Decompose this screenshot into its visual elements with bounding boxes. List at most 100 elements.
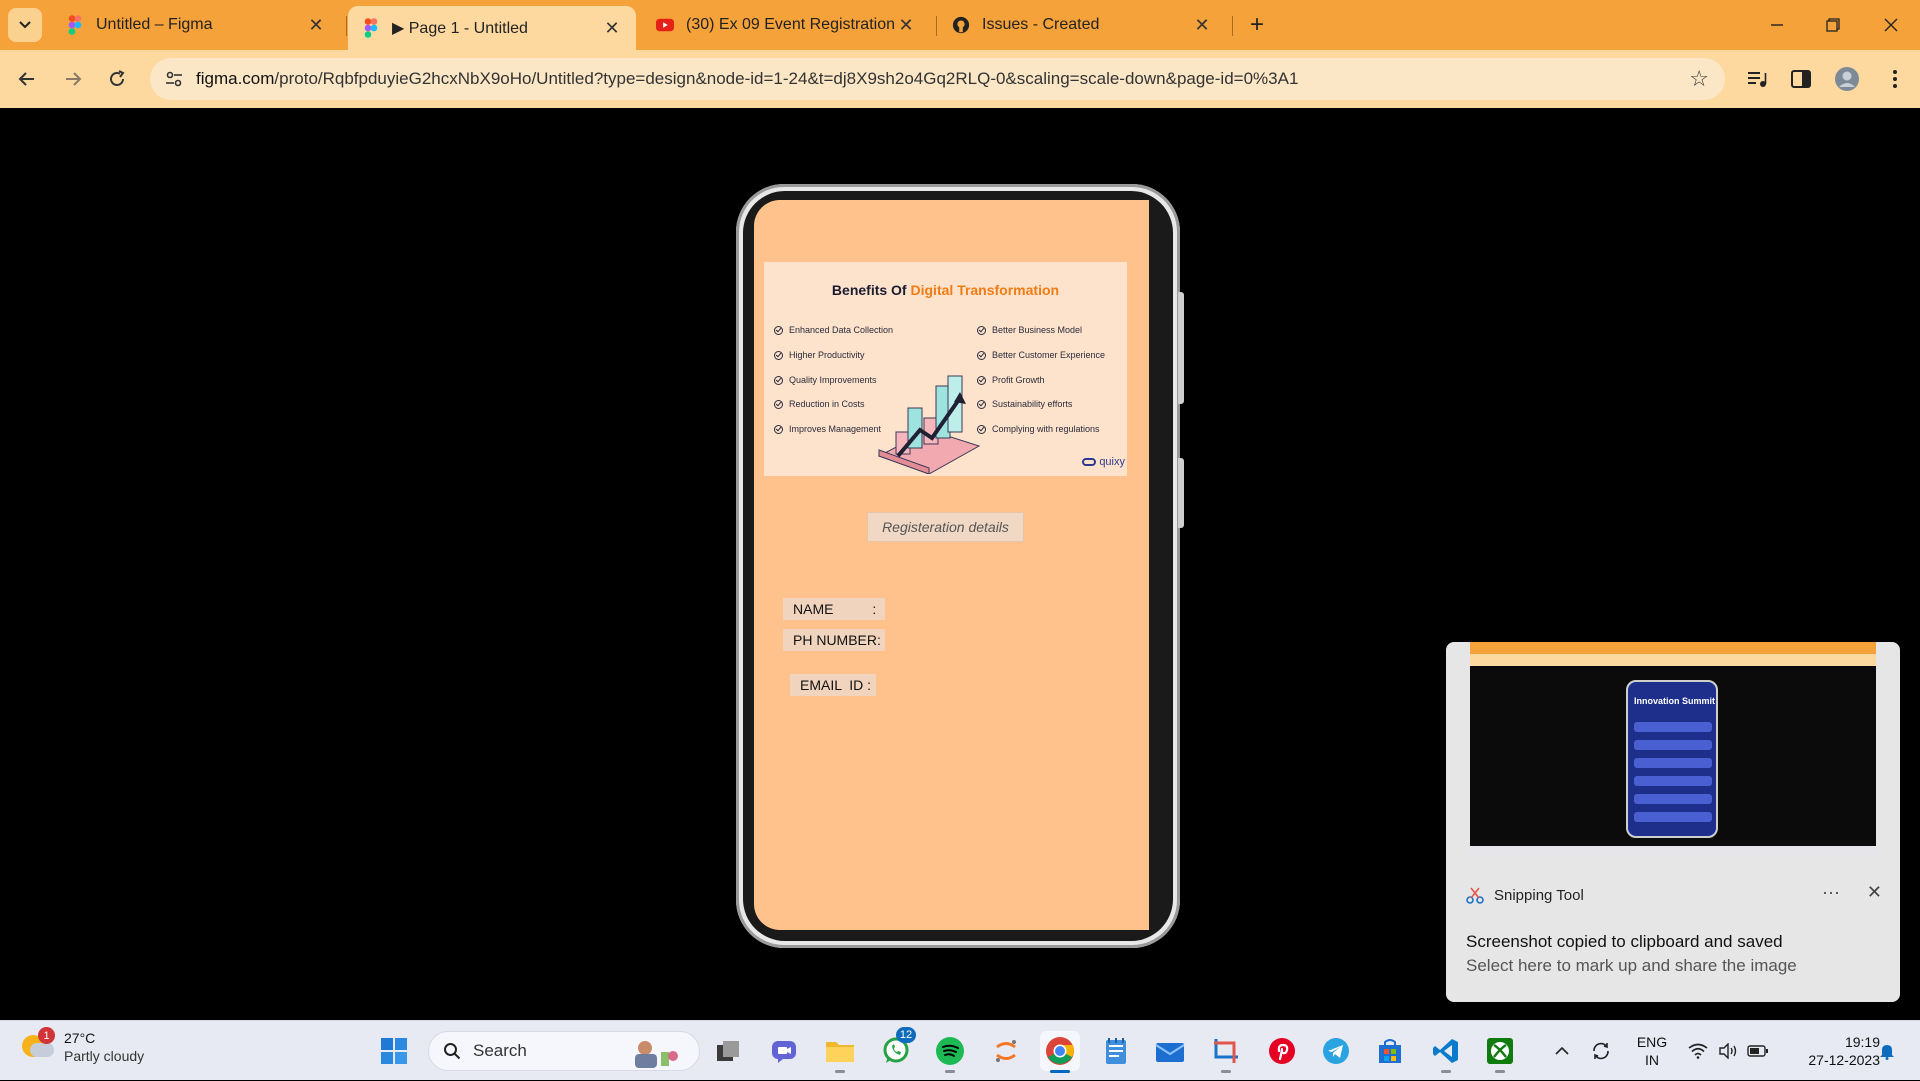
- growth-chart-illustration: [877, 375, 981, 474]
- back-button[interactable]: [12, 64, 42, 94]
- snipping-tool-button[interactable]: [1206, 1031, 1246, 1073]
- xbox-button[interactable]: [1480, 1031, 1520, 1073]
- benefit-item: Better Business Model: [977, 325, 1082, 335]
- tab-separator: [1232, 16, 1233, 36]
- vscode-button[interactable]: [1426, 1031, 1466, 1073]
- preview-row: [1634, 758, 1712, 768]
- battery-icon[interactable]: [1744, 1021, 1772, 1081]
- benefit-label: Profit Growth: [992, 375, 1045, 385]
- preview-row: [1634, 776, 1712, 786]
- benefit-label: Better Customer Experience: [992, 350, 1106, 360]
- tab-page1-untitled[interactable]: ▶ Page 1 - Untitled ✕: [348, 6, 636, 50]
- check-circle-icon: [774, 325, 783, 335]
- weather-icon: 1: [22, 1027, 55, 1063]
- benefits-infographic: Benefits Of Digital Transformation Enhan…: [764, 262, 1127, 476]
- preview-row: [1634, 740, 1712, 750]
- check-circle-icon: [774, 375, 783, 385]
- site-info-icon[interactable]: [164, 69, 184, 89]
- phone-side-button: [1178, 458, 1184, 528]
- restore-icon[interactable]: [1818, 10, 1848, 40]
- window-close-icon[interactable]: [1876, 10, 1906, 40]
- jupyter-icon: [996, 1040, 1016, 1062]
- system-clock[interactable]: 19:19 27-12-2023: [1780, 1033, 1880, 1069]
- taskbar-search[interactable]: Search: [428, 1031, 700, 1071]
- microsoft-store-button[interactable]: [1370, 1031, 1410, 1071]
- tab-github-issues[interactable]: Issues - Created ✕: [938, 6, 1226, 44]
- search-placeholder: Search: [473, 1041, 527, 1060]
- tab-search-button[interactable]: [8, 8, 42, 42]
- tab-separator: [936, 16, 937, 36]
- tab-youtube[interactable]: (30) Ex 09 Event Registration De ✕: [642, 6, 930, 44]
- check-circle-icon: [774, 399, 783, 409]
- close-icon[interactable]: ✕: [1867, 882, 1882, 903]
- minimize-icon[interactable]: [1762, 10, 1792, 40]
- screenshot-preview[interactable]: Innovation Summit 2023: [1470, 642, 1876, 856]
- benefit-item: Sustainability efforts: [977, 399, 1072, 409]
- telegram-button[interactable]: [1316, 1031, 1356, 1071]
- search-highlight-illustration: [635, 1041, 678, 1068]
- file-explorer-button[interactable]: [820, 1031, 860, 1073]
- media-control-icon[interactable]: [1744, 66, 1770, 92]
- show-hidden-icons-button[interactable]: [1550, 1021, 1574, 1081]
- toolbar: figma.com/proto/RqbfpduyieG2hcxNbX9oHo/U…: [0, 50, 1920, 108]
- benefit-label: Reduction in Costs: [789, 399, 865, 409]
- benefit-item: Improves Management: [774, 424, 881, 434]
- notification-bell-icon[interactable]: [1874, 1021, 1900, 1081]
- reload-icon: [110, 70, 125, 86]
- input-language[interactable]: ENG IN: [1630, 1033, 1674, 1069]
- close-icon[interactable]: ✕: [896, 15, 916, 35]
- toast-more-options[interactable]: ···: [1822, 882, 1840, 903]
- sync-icon: [1593, 1042, 1609, 1060]
- task-view-button[interactable]: [708, 1031, 748, 1071]
- tab-untitled-figma[interactable]: Untitled – Figma ✕: [52, 6, 340, 44]
- wifi-icon[interactable]: [1684, 1021, 1712, 1081]
- store-icon: [1379, 1039, 1401, 1063]
- bookmark-star-icon[interactable]: ☆: [1689, 66, 1709, 92]
- preview-taskbar: [1470, 846, 1876, 856]
- spotify-icon: [936, 1037, 964, 1065]
- teams-chat-button[interactable]: [764, 1031, 804, 1071]
- check-circle-icon: [774, 424, 783, 434]
- menu-kebab-icon[interactable]: [1882, 66, 1908, 92]
- forward-button[interactable]: [58, 64, 88, 94]
- phone-side-button: [1178, 292, 1184, 404]
- figma-icon: [362, 18, 380, 38]
- mail-icon: [1155, 1043, 1185, 1062]
- preview-phone: Innovation Summit 2023: [1626, 680, 1718, 838]
- benefit-item: Profit Growth: [977, 375, 1045, 385]
- close-icon[interactable]: ✕: [602, 18, 622, 38]
- preview-tabbar: [1470, 642, 1876, 654]
- address-bar[interactable]: figma.com/proto/RqbfpduyieG2hcxNbX9oHo/U…: [150, 58, 1725, 100]
- spotify-button[interactable]: [930, 1031, 970, 1073]
- toast-app-header: Snipping Tool: [1466, 886, 1584, 904]
- toast-message: Screenshot copied to clipboard and saved: [1466, 932, 1783, 951]
- task-view-icon: [717, 1041, 739, 1061]
- notepad-button[interactable]: [1096, 1031, 1136, 1071]
- benefit-label: Improves Management: [789, 424, 882, 434]
- benefit-item: Higher Productivity: [774, 350, 865, 360]
- close-icon[interactable]: ✕: [306, 15, 326, 35]
- snipping-tool-notification[interactable]: Innovation Summit 2023 Snipping Tool ···…: [1446, 642, 1900, 1002]
- toast-sub-message: Select here to mark up and share the ima…: [1466, 956, 1797, 975]
- tab-title: (30) Ex 09 Event Registration De: [686, 16, 896, 33]
- start-button[interactable]: [374, 1031, 414, 1071]
- mail-button[interactable]: [1150, 1031, 1190, 1071]
- preview-row: [1634, 794, 1712, 804]
- jupyter-button[interactable]: [986, 1031, 1026, 1071]
- check-circle-icon: [977, 350, 986, 360]
- side-panel-icon[interactable]: [1788, 66, 1814, 92]
- tab-title: Issues - Created: [982, 16, 1100, 33]
- pinterest-button[interactable]: [1262, 1031, 1302, 1071]
- weather-widget[interactable]: 1 27°C Partly cloudy: [22, 1027, 144, 1065]
- chrome-button[interactable]: [1040, 1031, 1080, 1073]
- new-tab-button[interactable]: +: [1244, 11, 1270, 38]
- profile-avatar[interactable]: [1834, 66, 1860, 92]
- sync-status-button[interactable]: [1586, 1021, 1616, 1081]
- volume-icon[interactable]: [1714, 1021, 1742, 1081]
- benefit-item: Better Customer Experience: [977, 350, 1105, 360]
- reload-button[interactable]: [102, 64, 132, 94]
- preview-title: Innovation Summit 2023: [1634, 696, 1716, 706]
- close-icon[interactable]: ✕: [1192, 15, 1212, 35]
- chrome-icon: [1046, 1037, 1074, 1065]
- infographic-title: Benefits Of Digital Transformation: [764, 282, 1127, 298]
